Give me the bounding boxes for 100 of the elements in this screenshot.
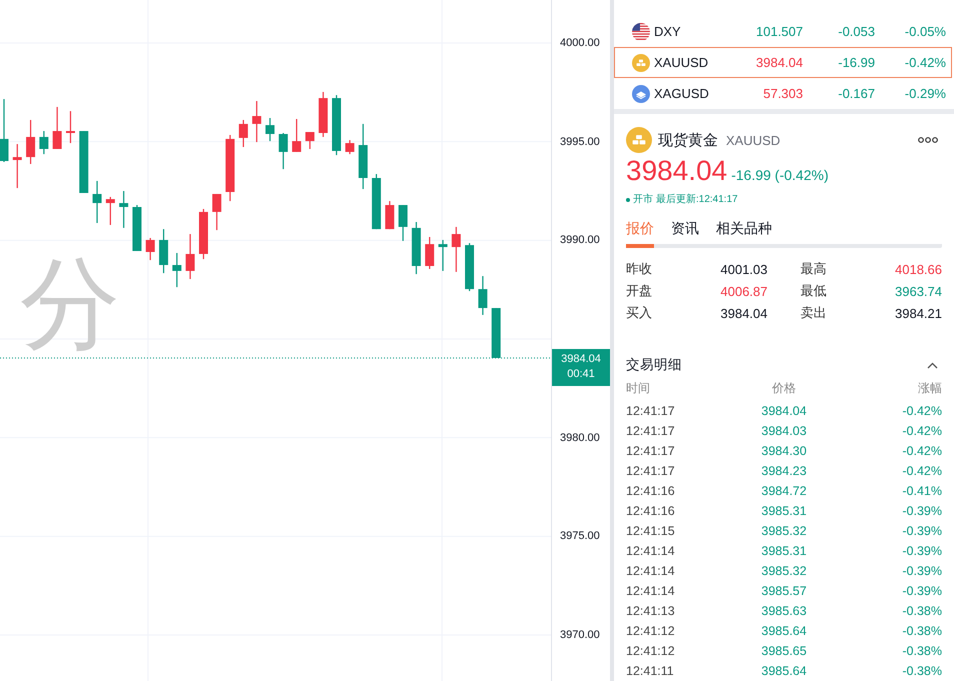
- trade-price: 3985.57: [761, 584, 807, 598]
- candle: [92, 180, 102, 223]
- last-price: 57.303: [763, 86, 803, 101]
- trade-price: 3985.64: [761, 664, 807, 678]
- candle: [26, 120, 36, 164]
- trade-price: 3984.04: [761, 404, 807, 418]
- candle: [159, 229, 168, 274]
- current-price: 3984.04: [626, 155, 728, 187]
- tab[interactable]: 资讯: [671, 219, 699, 248]
- stat-label: 卖出: [800, 304, 826, 322]
- candle: [66, 111, 75, 144]
- candle: [226, 134, 235, 202]
- stat-value: 4018.66: [895, 262, 942, 276]
- trade-time: 12:41:12: [626, 624, 675, 638]
- trade-time: 12:41:16: [626, 484, 675, 498]
- trade-price: 3984.72: [761, 484, 807, 498]
- candle: [292, 119, 302, 152]
- trade-change: -0.39%: [902, 504, 942, 518]
- instrument-symbol: XAUUSD: [726, 132, 780, 148]
- axis-label: 3980.00: [560, 430, 600, 445]
- trade-time: 12:41:17: [626, 444, 675, 458]
- candle: [465, 243, 474, 292]
- change-percent: -0.42%: [904, 55, 946, 70]
- column-header: 涨幅: [918, 380, 942, 396]
- stat-label: 买入: [626, 304, 652, 322]
- layers-coin-icon: [632, 84, 650, 102]
- stat-value: 4001.03: [720, 262, 768, 276]
- candle: [266, 118, 274, 142]
- instrument-name: 现货黄金: [658, 130, 718, 150]
- trade-price: 3985.63: [761, 604, 807, 618]
- trade-change: -0.39%: [902, 544, 942, 558]
- trade-price: 3985.65: [761, 644, 807, 658]
- candle: [332, 95, 341, 156]
- watchlist-row[interactable]: XAUUSD 3984.04 -16.99 -0.42%: [614, 47, 952, 78]
- price-change: -0.167: [838, 86, 875, 101]
- candle: [186, 234, 195, 280]
- trade-price: 3984.23: [761, 464, 807, 478]
- trade-change: -0.41%: [902, 484, 942, 498]
- candle: [345, 140, 354, 154]
- trade-time: 12:41:13: [626, 604, 675, 618]
- trade-price: 3984.03: [761, 424, 807, 438]
- watchlist-row[interactable]: XAGUSD 57.303 -0.167 -0.29%: [614, 78, 952, 109]
- candle: [238, 120, 248, 148]
- candle: [412, 222, 421, 274]
- trade-time: 12:41:14: [626, 564, 675, 578]
- candle: [106, 196, 115, 225]
- trade-change: -0.42%: [902, 424, 942, 438]
- trade-time: 12:41:17: [626, 464, 675, 478]
- watchlist-row[interactable]: DXY 101.507 -0.053 -0.05%: [614, 16, 952, 47]
- candle: [119, 191, 128, 228]
- more-icon[interactable]: [918, 137, 938, 143]
- flag-icon: [632, 22, 650, 40]
- stat-value: 3984.04: [720, 306, 768, 320]
- price-change: -16.99 (-0.42%): [731, 167, 828, 183]
- candle: [12, 144, 22, 188]
- trade-change: -0.42%: [902, 404, 942, 418]
- candle: [318, 92, 328, 137]
- trade-time: 12:41:17: [626, 424, 675, 438]
- trade-change: -0.42%: [902, 444, 942, 458]
- candle: [199, 208, 208, 260]
- ingot-coin-icon: [626, 127, 652, 153]
- trade-time: 12:41:12: [626, 644, 675, 658]
- candle: [212, 194, 222, 230]
- trade-price: 3985.31: [761, 504, 807, 518]
- stat-value: 3963.74: [895, 284, 942, 298]
- last-price: 3984.04: [756, 55, 803, 70]
- trade-time: 12:41:14: [626, 544, 675, 558]
- last-update: 最后更新:12:41:17: [656, 193, 738, 207]
- column-header: 价格: [772, 380, 796, 396]
- tab[interactable]: 相关品种: [716, 219, 772, 248]
- change-percent: -0.05%: [904, 24, 946, 39]
- candle: [52, 106, 62, 149]
- stat-label: 最低: [800, 282, 826, 300]
- candle: [372, 174, 381, 230]
- trade-price: 3985.31: [761, 544, 807, 558]
- ingot-coin-icon: [632, 54, 650, 72]
- stat-label: 昨收: [626, 260, 652, 278]
- trade-change: -0.39%: [902, 564, 942, 578]
- candle: [398, 205, 408, 241]
- candle: [425, 237, 434, 269]
- candle: [79, 131, 88, 193]
- stat-label: 最高: [800, 260, 826, 278]
- candle: [278, 133, 288, 170]
- status-dot-icon: [626, 198, 630, 202]
- price-change: -16.99: [838, 55, 875, 70]
- stat-value: 4006.87: [720, 284, 768, 298]
- axis-label: 4000.00: [560, 36, 600, 50]
- candle: [478, 276, 488, 315]
- trade-change: -0.39%: [902, 584, 942, 598]
- trade-price: 3985.64: [761, 624, 807, 638]
- candle: [438, 240, 448, 271]
- axis-label: 3975.00: [560, 529, 600, 544]
- trade-price: 3985.32: [761, 524, 807, 538]
- caret-up-icon[interactable]: [927, 362, 938, 368]
- trade-time: 12:41:16: [626, 504, 675, 518]
- trade-change: -0.38%: [902, 664, 942, 678]
- stat-value: 3984.21: [895, 306, 942, 320]
- trade-time: 12:41:17: [626, 404, 675, 418]
- change-percent: -0.29%: [904, 86, 946, 101]
- candle: [358, 124, 368, 190]
